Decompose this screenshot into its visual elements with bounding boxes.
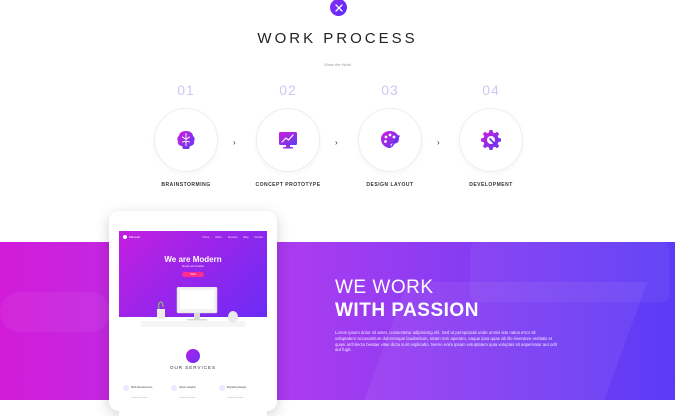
- tablet-hero-title: We are Modern: [164, 255, 222, 264]
- step-circle: [256, 108, 320, 172]
- section-title: WORK PROCESS: [257, 30, 418, 47]
- step-circle: [154, 108, 218, 172]
- tablet-screen: Maxweb Home About Services Blog Contact …: [119, 231, 267, 416]
- step-label: DEVELOPMENT: [469, 182, 513, 188]
- service-desc: Lorem ipsum dolor: [131, 397, 148, 399]
- service-title: Branding Design: [227, 386, 247, 390]
- gear-icon: [481, 130, 501, 150]
- passion-heading-line1: WE WORK: [335, 277, 434, 298]
- background-mouse-shape: [0, 292, 110, 332]
- service-desc: Lorem ipsum dolor: [227, 397, 244, 399]
- passion-heading: WE WORK WITH PASSION: [335, 276, 479, 322]
- step-design-layout: 03 DESIGN LAYOUT: [355, 82, 425, 188]
- step-number: 02: [279, 82, 297, 98]
- step-label: BRAINSTORMING: [161, 182, 211, 188]
- service-desc: Lorem ipsum dolor: [179, 397, 196, 399]
- tools-badge: [330, 0, 347, 16]
- tablet-brand: Maxweb: [129, 235, 141, 239]
- tablet-mockup: Maxweb Home About Services Blog Contact …: [109, 211, 277, 416]
- services-badge-icon: [186, 349, 200, 363]
- tablet-services-title: OUR SERVICES: [170, 365, 216, 370]
- brain-icon: [177, 131, 195, 149]
- step-label: DESIGN LAYOUT: [366, 182, 414, 188]
- desk-illustration: [141, 287, 245, 327]
- tablet-navbar: Maxweb Home About Services Blog Contact: [123, 234, 263, 240]
- monitor-chart-icon: [279, 132, 297, 149]
- tools-icon: [334, 3, 343, 12]
- step-arrow: ›: [233, 138, 236, 147]
- service-icon: [123, 384, 129, 391]
- step-number: 03: [381, 82, 399, 98]
- tablet-menu-item[interactable]: Home: [203, 236, 210, 239]
- step-arrow: ›: [437, 138, 440, 147]
- tablet-menu-item[interactable]: Blog: [243, 236, 248, 239]
- palette-icon: [381, 131, 400, 148]
- service-icon: [219, 384, 225, 391]
- step-concept-prototype: 02 CONCEPT PROTOTYPE: [253, 82, 323, 188]
- passion-body-text: Lorem ipsum dolor sit amet, consectetur …: [335, 330, 557, 353]
- step-development: 04 DEVELOPMENT: [456, 82, 526, 188]
- service-title: Web Development: [131, 386, 153, 390]
- step-brainstorming: 01 BRAINSTORMING: [151, 82, 221, 188]
- step-number: 01: [177, 82, 195, 98]
- tablet-service-card: Vision Graphic Lorem ipsum dolor: [171, 379, 215, 399]
- step-label: CONCEPT PROTOTYPE: [255, 182, 321, 188]
- section-subtitle: Show the Work: [323, 62, 352, 67]
- tablet-menu-item[interactable]: About: [215, 236, 222, 239]
- tablet-menu-item[interactable]: Contact: [254, 236, 263, 239]
- tablet-menu: Home About Services Blog Contact: [203, 236, 263, 239]
- tablet-logo-icon: [123, 235, 127, 239]
- tablet-service-card: Web Development Lorem ipsum dolor: [123, 379, 167, 399]
- tablet-service-card: Branding Design Lorem ipsum dolor: [219, 379, 263, 399]
- step-arrow: ›: [335, 138, 338, 147]
- service-title: Vision Graphic: [179, 386, 196, 390]
- background-laptop-shape: [470, 242, 670, 302]
- step-circle: [358, 108, 422, 172]
- tablet-menu-item[interactable]: Services: [228, 236, 238, 239]
- passion-heading-line2: WITH PASSION: [335, 300, 479, 321]
- step-number: 04: [482, 82, 500, 98]
- tablet-hero-subtitle: Simple and creative: [182, 265, 204, 268]
- service-icon: [171, 384, 177, 391]
- step-circle: [459, 108, 523, 172]
- tablet-hero-button[interactable]: Start: [182, 272, 204, 277]
